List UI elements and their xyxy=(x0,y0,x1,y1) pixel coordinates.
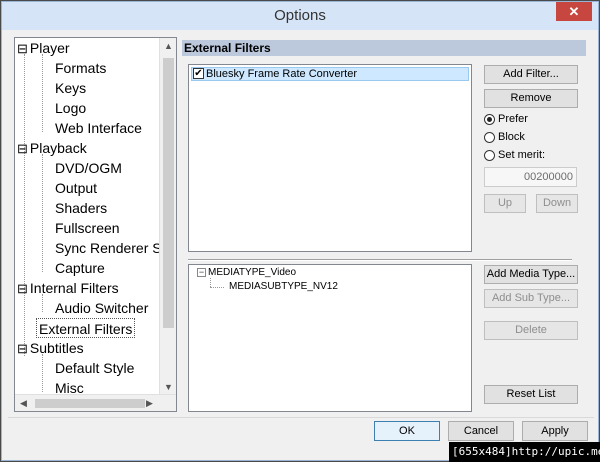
tree-guide-line xyxy=(42,54,43,132)
tree-item-dvd-ogm[interactable]: DVD/OGM xyxy=(55,158,122,178)
divider xyxy=(188,259,572,261)
tree-item-label: Playback xyxy=(29,140,87,156)
media-type-label: MEDIATYPE_Video xyxy=(208,267,297,278)
tree-item-playback[interactable]: ⊟ Playback xyxy=(17,138,87,158)
tree-item-external-filters[interactable]: External Filters xyxy=(36,318,136,338)
tree-item-label: Subtitles xyxy=(29,340,84,356)
ok-button[interactable]: OK xyxy=(374,421,440,441)
tree-item-subtitles[interactable]: ⊟ Subtitles xyxy=(17,338,84,358)
add-sub-type-button[interactable]: Add Sub Type... xyxy=(484,289,578,308)
tree-vertical-scrollbar[interactable]: ▲ ▼ xyxy=(159,38,176,396)
tree-guide-line xyxy=(42,154,43,272)
radio-label: Prefer xyxy=(498,113,528,125)
radio-prefer[interactable]: Prefer xyxy=(484,111,528,127)
radio-block[interactable]: Block xyxy=(484,129,525,145)
filter-name: Bluesky Frame Rate Converter xyxy=(206,68,357,80)
collapse-icon[interactable]: ⊟ xyxy=(17,141,28,156)
collapse-icon[interactable]: − xyxy=(197,267,206,277)
radio-selected-icon xyxy=(484,113,495,125)
reset-list-button[interactable]: Reset List xyxy=(484,385,578,404)
tree-guide-line xyxy=(210,287,224,288)
tree-guide-line xyxy=(210,278,211,287)
tree-guide-line xyxy=(42,354,43,392)
media-type-tree[interactable]: − MEDIATYPE_Video MEDIASUBTYPE_NV12 xyxy=(188,264,472,412)
title-bar: Options ✕ xyxy=(2,2,598,30)
tree-item-player[interactable]: ⊟ Player xyxy=(17,38,70,58)
close-button[interactable]: ✕ xyxy=(556,2,592,21)
tree-item-label: Internal Filters xyxy=(29,280,119,296)
scroll-up-icon[interactable]: ▲ xyxy=(160,38,176,55)
radio-icon xyxy=(484,131,495,143)
tree-item-web-interface[interactable]: Web Interface xyxy=(55,118,142,138)
tree-item-capture[interactable]: Capture xyxy=(55,258,105,278)
scroll-thumb[interactable] xyxy=(35,399,145,408)
radio-label: Block xyxy=(498,131,525,143)
tree-item-internal-filters[interactable]: ⊟ Internal Filters xyxy=(17,278,119,298)
tree-item-label: Player xyxy=(29,40,70,56)
tree-item-shaders[interactable]: Shaders xyxy=(55,198,107,218)
media-type-node[interactable]: − MEDIATYPE_Video xyxy=(197,267,296,279)
list-item[interactable]: ✔ Bluesky Frame Rate Converter xyxy=(191,67,469,81)
remove-button[interactable]: Remove xyxy=(484,89,578,108)
merit-field[interactable]: 00200000 xyxy=(484,167,577,187)
media-subtype-node[interactable]: MEDIASUBTYPE_NV12 xyxy=(229,281,338,293)
collapse-icon[interactable]: ⊟ xyxy=(17,341,28,356)
add-media-type-button[interactable]: Add Media Type... xyxy=(484,265,578,284)
tree-item-logo[interactable]: Logo xyxy=(55,98,86,118)
tree-item-default-style[interactable]: Default Style xyxy=(55,358,134,378)
tree-item-formats[interactable]: Formats xyxy=(55,58,106,78)
radio-icon xyxy=(484,149,495,161)
collapse-icon[interactable]: ⊟ xyxy=(17,281,28,296)
add-filter-button[interactable]: Add Filter... xyxy=(484,65,578,84)
filter-list[interactable]: ✔ Bluesky Frame Rate Converter xyxy=(188,64,472,252)
down-button[interactable]: Down xyxy=(536,194,578,213)
watermark: [655x484]http://upic.me/ xyxy=(449,442,600,462)
tree-horizontal-scrollbar[interactable]: ◀ ▶ xyxy=(15,394,176,411)
dialog-body: ⊟ Player Formats Keys Logo Web Interface … xyxy=(8,31,594,455)
scroll-thumb[interactable] xyxy=(163,58,174,328)
up-button[interactable]: Up xyxy=(484,194,526,213)
tree-item-output[interactable]: Output xyxy=(55,178,97,198)
collapse-icon[interactable]: ⊟ xyxy=(17,41,28,56)
checkbox-checked-icon[interactable]: ✔ xyxy=(193,68,204,79)
scroll-right-icon[interactable]: ▶ xyxy=(141,395,158,411)
tree-guide-line xyxy=(24,54,25,356)
tree-item-keys[interactable]: Keys xyxy=(55,78,86,98)
tree-item-sync-renderer[interactable]: Sync Renderer Se xyxy=(55,238,169,258)
radio-label: Set merit: xyxy=(498,149,546,161)
page-title: External Filters xyxy=(182,40,586,56)
options-tree: ⊟ Player Formats Keys Logo Web Interface … xyxy=(14,37,177,412)
tree-item-fullscreen[interactable]: Fullscreen xyxy=(55,218,120,238)
radio-set-merit[interactable]: Set merit: xyxy=(484,147,545,163)
scroll-left-icon[interactable]: ◀ xyxy=(15,395,32,411)
tree-item-audio-switcher[interactable]: Audio Switcher xyxy=(55,298,148,318)
cancel-button[interactable]: Cancel xyxy=(448,421,514,441)
divider xyxy=(8,417,594,418)
delete-button[interactable]: Delete xyxy=(484,321,578,340)
options-window: Options ✕ ⊟ Player Formats Keys Logo Web … xyxy=(1,1,599,461)
window-title: Options xyxy=(274,7,326,24)
apply-button[interactable]: Apply xyxy=(522,421,588,441)
